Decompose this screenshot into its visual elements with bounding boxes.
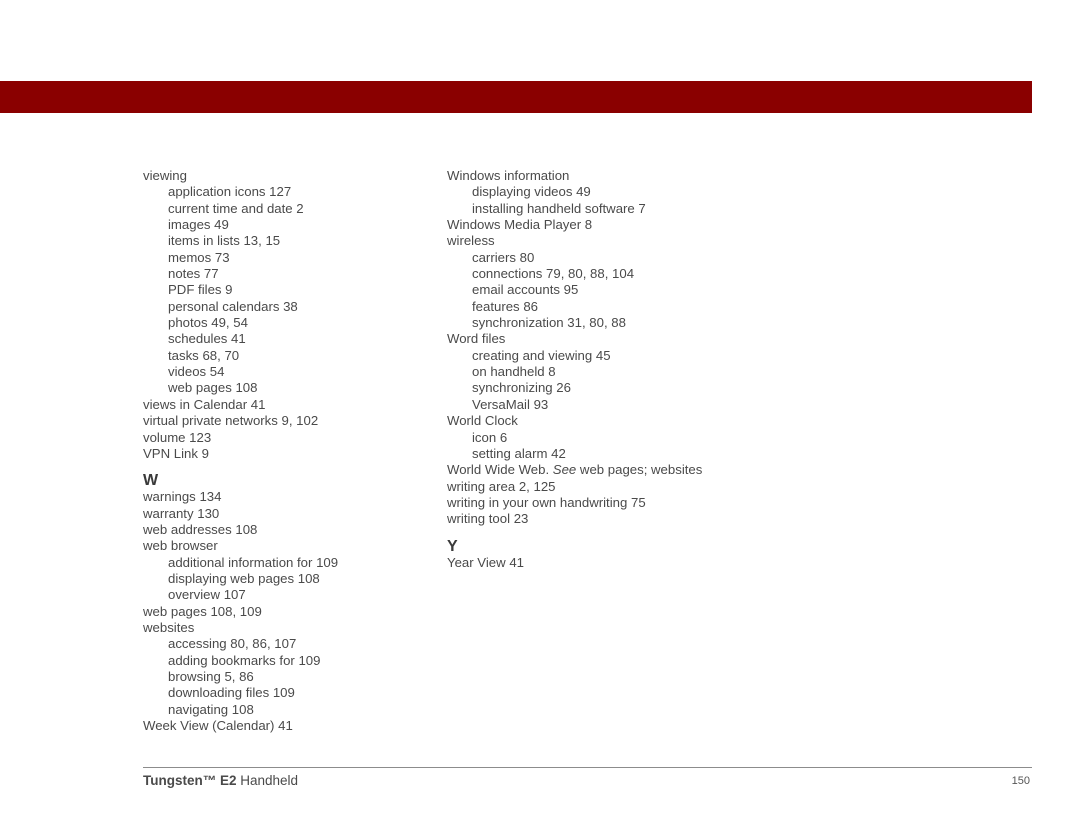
index-subentry: icon 6: [472, 429, 508, 445]
index-subentry: application icons 127: [168, 184, 292, 200]
index-subentry: videos 54: [168, 364, 225, 380]
index-subentry: synchronizing 26: [472, 380, 571, 396]
index-entry: warnings 134: [143, 489, 222, 505]
index-entry: views in Calendar 41: [143, 396, 266, 412]
see-target: web pages; websites: [576, 462, 703, 478]
index-entry: writing tool 23: [447, 511, 529, 527]
index-subentry: carriers 80: [472, 249, 535, 265]
index-entry: Year View 41: [447, 554, 524, 570]
index-subentry: browsing 5, 86: [168, 668, 254, 684]
index-subentry: schedules 41: [168, 331, 246, 347]
index-subentry: creating and viewing 45: [472, 347, 611, 363]
index-entry: warranty 130: [143, 505, 220, 521]
index-subentry: downloading files 109: [168, 685, 295, 701]
index-subentry: tasks 68, 70: [168, 347, 240, 363]
index-section-letter: W: [143, 472, 159, 490]
index-subentry: on handheld 8: [472, 364, 556, 380]
index-entry-text: World Wide Web.: [447, 462, 553, 478]
index-subentry: accessing 80, 86, 107: [168, 636, 297, 652]
index-entry: web pages 108, 109: [143, 603, 262, 619]
index-entry: World Clock: [447, 413, 518, 429]
footer-product-title: Tungsten™ E2 Handheld: [143, 773, 298, 788]
index-column-left: viewing application icons 127 current time…: [143, 168, 433, 734]
page-number: 150: [1011, 775, 1030, 787]
index-subentry: installing handheld software 7: [472, 200, 646, 216]
index-subentry: images 49: [168, 217, 229, 233]
index-entry: web addresses 108: [143, 521, 258, 537]
index-subentry: displaying web pages 108: [168, 570, 320, 586]
index-section-letter: Y: [447, 537, 458, 555]
index-entry: viewing: [143, 168, 187, 183]
index-entry: writing in your own handwriting 75: [447, 494, 646, 510]
index-subentry: displaying videos 49: [472, 184, 591, 200]
index-entry: websites: [143, 619, 195, 635]
index-column-right: Windows information displaying videos 49 i…: [447, 168, 767, 571]
index-subentry: overview 107: [168, 587, 246, 603]
index-entry: web browser: [143, 538, 218, 554]
index-entry: Week View (Calendar) 41: [143, 718, 293, 733]
index-entry: wireless: [447, 233, 495, 249]
index-entry: VPN Link 9: [143, 445, 209, 461]
footer-divider: [143, 767, 1032, 768]
index-subentry: current time and date 2: [168, 200, 304, 216]
index-entry: World Wide Web. See web pages; websites: [447, 462, 767, 478]
index-subentry: web pages 108: [168, 380, 258, 396]
index-entry: volume 123: [143, 429, 212, 445]
index-subentry: navigating 108: [168, 701, 254, 717]
index-subentry: VersaMail 93: [472, 396, 549, 412]
footer-product-bold: Tungsten™ E2: [143, 773, 237, 788]
index-subentry: personal calendars 38: [168, 298, 298, 314]
index-subentry: features 86: [472, 298, 538, 314]
index-subentry: connections 79, 80, 88, 104: [472, 266, 635, 282]
index-subentry: PDF files 9: [168, 282, 233, 298]
header-bar: [0, 81, 1032, 113]
index-entry: virtual private networks 9, 102: [143, 413, 319, 429]
index-entry: Windows information: [447, 168, 570, 183]
index-subentry: memos 73: [168, 249, 230, 265]
index-subentry: items in lists 13, 15: [168, 233, 281, 249]
see-reference: See: [552, 462, 577, 478]
index-entry: Windows Media Player 8: [447, 217, 593, 233]
index-subentry: photos 49, 54: [168, 315, 248, 331]
index-entry: Word files: [447, 331, 506, 347]
index-subentry: notes 77: [168, 266, 219, 282]
index-subentry: email accounts 95: [472, 282, 579, 298]
index-subentry: adding bookmarks for 109: [168, 652, 321, 668]
index-subentry: additional information for 109: [168, 554, 339, 570]
footer-product-rest: Handheld: [236, 773, 299, 788]
index-subentry: setting alarm 42: [472, 445, 566, 461]
index-entry: writing area 2, 125: [447, 478, 556, 494]
index-subentry: synchronization 31, 80, 88: [472, 315, 626, 331]
